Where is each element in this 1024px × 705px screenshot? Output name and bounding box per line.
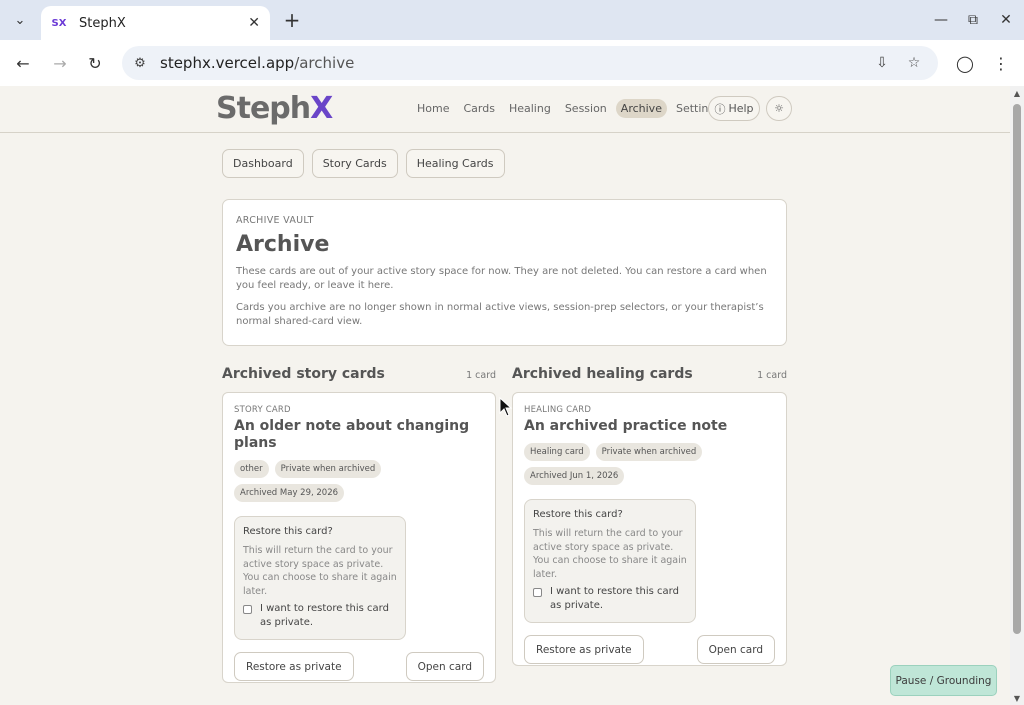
nav-session[interactable]: Session — [560, 99, 612, 118]
nav-archive[interactable]: Archive — [615, 99, 667, 118]
restore-window-icon[interactable]: ⧉ — [961, 8, 985, 32]
restore-checkbox-row[interactable]: I want to restore this card as private. — [243, 602, 397, 630]
restore-description: This will return the card to your active… — [243, 545, 397, 597]
category-chip: Healing card — [524, 443, 590, 461]
logo-accent: X — [310, 91, 333, 126]
new-tab-plus-icon[interactable]: + — [280, 8, 304, 32]
dashboard-button[interactable]: Dashboard — [222, 149, 304, 178]
open-card-button[interactable]: Open card — [696, 635, 775, 664]
pause-grounding-button[interactable]: Pause / Grounding — [890, 665, 997, 696]
url-host: stephx.vercel.app — [160, 54, 295, 72]
bookmark-star-icon[interactable]: ☆ — [903, 52, 925, 74]
help-circle-icon: ⓘ — [714, 102, 726, 116]
archived-date-chip: Archived May 29, 2026 — [234, 484, 345, 502]
address-bar[interactable]: ⚙ stephx.vercel.app/archive ⇩ ☆ — [122, 46, 938, 80]
card-chips: other Private when archived Archived May… — [234, 460, 484, 502]
story-card: STORY CARD An older note about changing … — [222, 392, 496, 683]
tab-title: StephX — [79, 15, 126, 31]
card-type: STORY CARD — [234, 405, 291, 415]
restore-as-private-button[interactable]: Restore as private — [524, 635, 644, 664]
healing-column-header: Archived healing cards 1 card — [512, 366, 787, 382]
card-chips: Healing card Private when archived Archi… — [524, 443, 714, 485]
site-info-icon[interactable]: ⚙ — [124, 56, 156, 71]
help-label: Help — [728, 102, 754, 115]
url-path: /archive — [294, 54, 355, 72]
story-column-title: Archived story cards — [222, 366, 385, 382]
mouse-cursor-icon — [499, 397, 513, 417]
vault-description: These cards are out of your active story… — [236, 266, 767, 291]
healing-card: HEALING CARD An archived practice note H… — [512, 392, 787, 666]
site-logo[interactable]: StephX — [216, 91, 333, 126]
page-title: Archive — [236, 232, 330, 257]
tab-search-chevron-icon[interactable]: ⌄ — [6, 6, 34, 34]
story-card-count: 1 card — [466, 370, 496, 381]
favicon-icon: SX — [51, 15, 67, 31]
card-type: HEALING CARD — [524, 405, 592, 415]
install-app-icon[interactable]: ⇩ — [871, 52, 893, 74]
vault-note: Cards you archive are no longer shown in… — [236, 302, 764, 327]
healing-column-title: Archived healing cards — [512, 366, 693, 382]
open-card-button[interactable]: Open card — [405, 652, 484, 681]
card-title[interactable]: An archived practice note — [524, 418, 775, 435]
nav-cards[interactable]: Cards — [458, 99, 499, 118]
healing-cards-button[interactable]: Healing Cards — [405, 149, 505, 178]
reload-icon[interactable]: ↻ — [81, 49, 109, 77]
nav-healing[interactable]: Healing — [504, 99, 556, 118]
nav-home[interactable]: Home — [412, 99, 454, 118]
restore-confirm-box: Restore this card? This will return the … — [234, 516, 406, 640]
scroll-up-icon[interactable]: ▲ — [1013, 90, 1021, 98]
site-header: StephX Home Cards Healing Session Archiv… — [0, 86, 1010, 133]
archive-vault-panel: ARCHIVE VAULT Archive These cards are ou… — [222, 199, 787, 346]
archived-date-chip: Archived Jun 1, 2026 — [524, 467, 625, 485]
category-chip: other — [234, 460, 269, 478]
page-content: StephX Home Cards Healing Session Archiv… — [0, 86, 1010, 705]
card-actions: Restore as private Open card — [234, 652, 484, 681]
help-button[interactable]: ⓘ Help — [708, 96, 760, 121]
back-arrow-icon[interactable]: ← — [9, 49, 37, 77]
restore-checkbox[interactable] — [533, 588, 542, 597]
privacy-chip: Private when archived — [274, 460, 382, 478]
browser-tab[interactable]: SX StephX ✕ — [41, 6, 270, 40]
url-text[interactable]: stephx.vercel.app/archive — [160, 54, 354, 72]
story-column-header: Archived story cards 1 card — [222, 366, 496, 382]
menu-kebab-icon[interactable]: ⋮ — [987, 49, 1015, 77]
forward-arrow-icon[interactable]: → — [46, 49, 74, 77]
scroll-down-icon[interactable]: ▼ — [1013, 695, 1021, 703]
sun-icon: ☼ — [774, 102, 784, 115]
page-scrollbar[interactable]: ▲ ▼ — [1010, 86, 1024, 705]
main-nav: Home Cards Healing Session Archive Setti… — [412, 99, 726, 118]
profile-icon[interactable]: ◯ — [951, 49, 979, 77]
restore-checkbox-label[interactable]: I want to restore this card as private. — [550, 585, 687, 613]
restore-description: This will return the card to your active… — [533, 528, 687, 580]
restore-as-private-button[interactable]: Restore as private — [234, 652, 354, 681]
archive-subnav: Dashboard Story Cards Healing Cards — [222, 149, 505, 178]
restore-confirm-box: Restore this card? This will return the … — [524, 499, 696, 623]
close-window-icon[interactable]: ✕ — [994, 8, 1018, 32]
restore-checkbox[interactable] — [243, 605, 252, 614]
browser-toolbar: ← → ↻ ⚙ stephx.vercel.app/archive ⇩ ☆ ◯ … — [0, 40, 1024, 86]
scrollbar-thumb[interactable] — [1013, 104, 1021, 634]
browser-tabbar: ⌄ SX StephX ✕ + — ⧉ ✕ — [0, 0, 1024, 40]
restore-checkbox-row[interactable]: I want to restore this card as private. — [533, 585, 687, 613]
healing-card-count: 1 card — [757, 370, 787, 381]
logo-main: Steph — [216, 91, 311, 126]
card-actions: Restore as private Open card — [524, 635, 775, 664]
privacy-chip: Private when archived — [595, 443, 703, 461]
card-title[interactable]: An older note about changing plans — [234, 418, 484, 452]
restore-checkbox-label[interactable]: I want to restore this card as private. — [260, 602, 397, 630]
restore-title: Restore this card? — [243, 526, 333, 537]
restore-title: Restore this card? — [533, 509, 623, 520]
story-cards-button[interactable]: Story Cards — [311, 149, 398, 178]
vault-eyebrow: ARCHIVE VAULT — [236, 215, 314, 226]
close-icon[interactable]: ✕ — [248, 15, 260, 31]
minimize-icon[interactable]: — — [929, 8, 953, 32]
theme-toggle-button[interactable]: ☼ — [766, 96, 792, 121]
